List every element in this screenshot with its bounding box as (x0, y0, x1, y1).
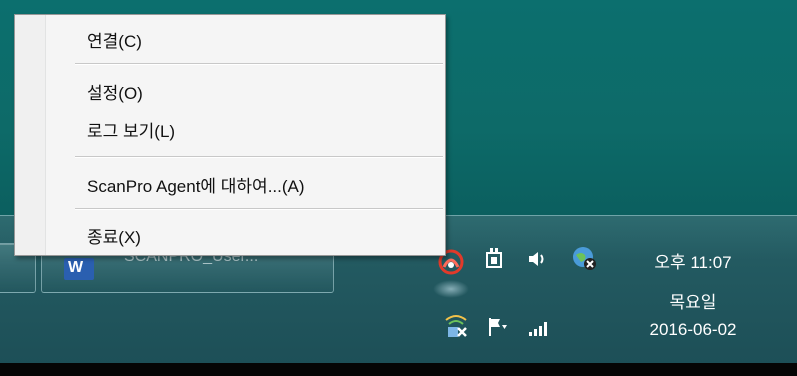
clock-day[interactable]: 목요일 (623, 288, 763, 313)
menu-separator (75, 208, 443, 210)
wifi-disconnected-icon[interactable] (444, 314, 468, 341)
menu-item-connect[interactable]: 연결(C) (87, 27, 142, 52)
volume-icon[interactable] (527, 249, 549, 272)
clock-date[interactable]: 2016-06-02 (623, 320, 763, 340)
menu-icon-gutter (15, 15, 46, 255)
tray-highlight (433, 280, 469, 298)
menu-item-settings[interactable]: 설정(O) (87, 79, 143, 104)
context-menu: 연결(C) 설정(O) 로그 보기(L) ScanPro Agent에 대하여.… (14, 14, 446, 256)
word-app-icon (64, 258, 94, 280)
power-plug-icon[interactable] (484, 247, 504, 274)
menu-separator (75, 156, 443, 158)
menu-separator (75, 63, 443, 65)
clock-time[interactable]: 오후 11:07 (623, 248, 763, 273)
menu-item-exit[interactable]: 종료(X) (87, 223, 141, 248)
screen-bottom-edge (0, 363, 797, 376)
signal-bars-icon[interactable] (527, 318, 553, 341)
flag-icon[interactable] (487, 316, 509, 341)
menu-item-about[interactable]: ScanPro Agent에 대하여...(A) (87, 172, 305, 197)
network-globe-icon[interactable] (572, 245, 598, 274)
menu-item-view-log[interactable]: 로그 보기(L) (87, 117, 175, 142)
